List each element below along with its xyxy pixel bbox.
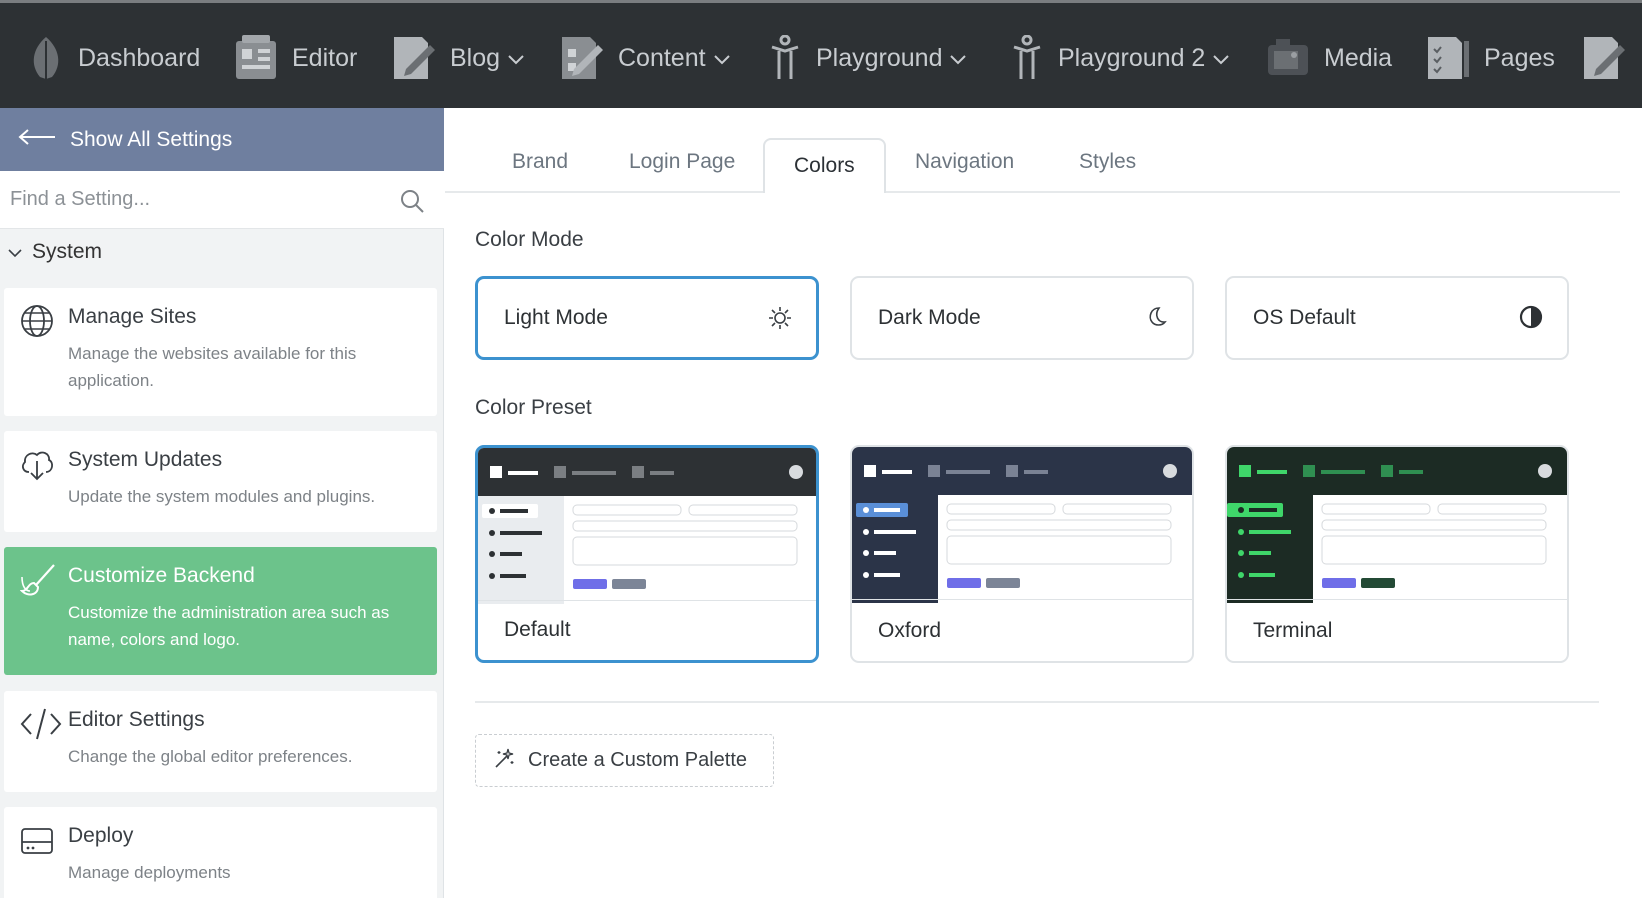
magic-wand-icon (494, 747, 516, 775)
pencil-doc-icon (1582, 35, 1626, 81)
moon-icon (1144, 305, 1168, 335)
preset-terminal[interactable]: Terminal (1225, 445, 1569, 663)
pages-icon (1426, 35, 1470, 81)
back-label: Show All Settings (70, 127, 233, 151)
nav-label: Blog (450, 43, 501, 72)
sun-gear-icon (768, 306, 792, 336)
leaf-icon (28, 35, 64, 81)
nav-dashboard[interactable]: Dashboard (28, 30, 200, 86)
sidebar-item-desc: Customize the administration area such a… (68, 603, 390, 649)
nav-playground-2[interactable]: Playground 2 (1010, 30, 1230, 86)
section-divider (475, 701, 1599, 703)
color-mode-label: Color Mode (475, 228, 584, 251)
sidebar-item-title: System Updates (68, 448, 223, 471)
tab-styles[interactable]: Styles (1079, 150, 1136, 174)
sidebar-item-manage-sites[interactable]: Manage Sites Manage the websites availab… (4, 288, 437, 416)
preset-default[interactable]: Default (475, 445, 819, 663)
tab-colors[interactable]: Colors (763, 138, 886, 193)
half-circle-icon (1519, 305, 1543, 335)
arrow-left-icon (18, 128, 56, 152)
content-doc-icon (560, 35, 604, 81)
chevron-down-icon (950, 55, 967, 65)
mode-label: OS Default (1253, 306, 1356, 329)
figure-icon (768, 35, 802, 81)
search-icon[interactable] (400, 189, 424, 218)
camera-icon (1266, 35, 1310, 81)
nav-media[interactable]: Media (1266, 30, 1392, 86)
sidebar-item-customize-backend[interactable]: Customize Backend Customize the administ… (4, 547, 437, 675)
button-label: Create a Custom Palette (528, 749, 747, 771)
nav-more[interactable] (1582, 30, 1626, 86)
code-icon (20, 707, 62, 746)
nav-content[interactable]: Content (560, 30, 730, 86)
nav-label: Media (1324, 43, 1393, 72)
search-input[interactable] (0, 188, 380, 211)
color-preset-label: Color Preset (475, 396, 592, 419)
sidebar-item-desc: Update the system modules and plugins. (68, 487, 376, 506)
server-icon (20, 823, 54, 862)
nav-label: Content (618, 43, 706, 72)
sidebar-item-editor-settings[interactable]: Editor Settings Change the global editor… (4, 691, 437, 792)
nav-label: Editor (292, 43, 358, 72)
top-navigation: Dashboard Editor Blog Content Playground… (0, 0, 1642, 108)
os-default-option[interactable]: OS Default (1225, 276, 1569, 360)
tab-divider (445, 191, 1620, 193)
create-custom-palette-button[interactable]: Create a Custom Palette (475, 734, 774, 787)
nav-playground[interactable]: Playground (768, 30, 967, 86)
chevron-down-icon (1213, 55, 1230, 65)
cloud-download-icon (20, 447, 54, 486)
setting-search (0, 171, 444, 229)
sidebar-item-deploy[interactable]: Deploy Manage deployments (4, 807, 437, 898)
sidebar-item-desc: Change the global editor preferences. (68, 747, 353, 766)
chevron-down-icon (713, 55, 730, 65)
settings-tabs: Brand Login Page Colors Navigation Style… (445, 108, 1620, 193)
nav-label: Playground (816, 43, 943, 72)
dark-mode-option[interactable]: Dark Mode (850, 276, 1194, 360)
sidebar-item-title: Customize Backend (68, 564, 255, 587)
nav-label: Dashboard (78, 43, 201, 72)
tab-brand[interactable]: Brand (512, 150, 568, 174)
mode-label: Light Mode (504, 306, 608, 329)
light-mode-option[interactable]: Light Mode (475, 276, 819, 360)
preset-oxford[interactable]: Oxford (850, 445, 1194, 663)
pencil-doc-icon (392, 35, 436, 81)
preset-preview (852, 447, 1192, 603)
chevron-down-icon (508, 55, 524, 65)
main-panel: Brand Login Page Colors Navigation Style… (445, 108, 1642, 898)
sidebar-item-desc: Manage the websites available for this a… (68, 344, 357, 390)
mode-label: Dark Mode (878, 306, 981, 329)
preset-name: Oxford (878, 619, 942, 642)
tab-navigation[interactable]: Navigation (915, 150, 1014, 174)
settings-sidebar: Show All Settings System Manage Sites Ma… (0, 108, 444, 898)
brush-icon (19, 563, 56, 602)
show-all-settings-button[interactable]: Show All Settings (0, 108, 444, 171)
nav-label: Playground 2 (1058, 43, 1206, 72)
sidebar-item-title: Deploy (68, 824, 134, 847)
preset-preview (1227, 447, 1567, 603)
chevron-down-icon (8, 240, 22, 264)
sidebar-item-title: Editor Settings (68, 708, 205, 731)
editor-icon (234, 35, 278, 81)
section-title: System (32, 240, 103, 263)
preset-preview (478, 448, 816, 604)
preset-name: Terminal (1253, 619, 1333, 642)
sidebar-item-desc: Manage deployments (68, 863, 231, 882)
section-system[interactable]: System (0, 229, 444, 275)
sidebar-item-system-updates[interactable]: System Updates Update the system modules… (4, 431, 437, 532)
nav-pages[interactable]: Pages (1426, 30, 1555, 86)
sidebar-item-title: Manage Sites (68, 305, 197, 328)
preset-name: Default (504, 618, 571, 641)
tab-login-page[interactable]: Login Page (629, 150, 735, 174)
nav-label: Pages (1484, 43, 1555, 72)
figure-icon (1010, 35, 1044, 81)
nav-blog[interactable]: Blog (392, 30, 524, 86)
globe-icon (20, 304, 54, 343)
nav-editor[interactable]: Editor (234, 30, 357, 86)
